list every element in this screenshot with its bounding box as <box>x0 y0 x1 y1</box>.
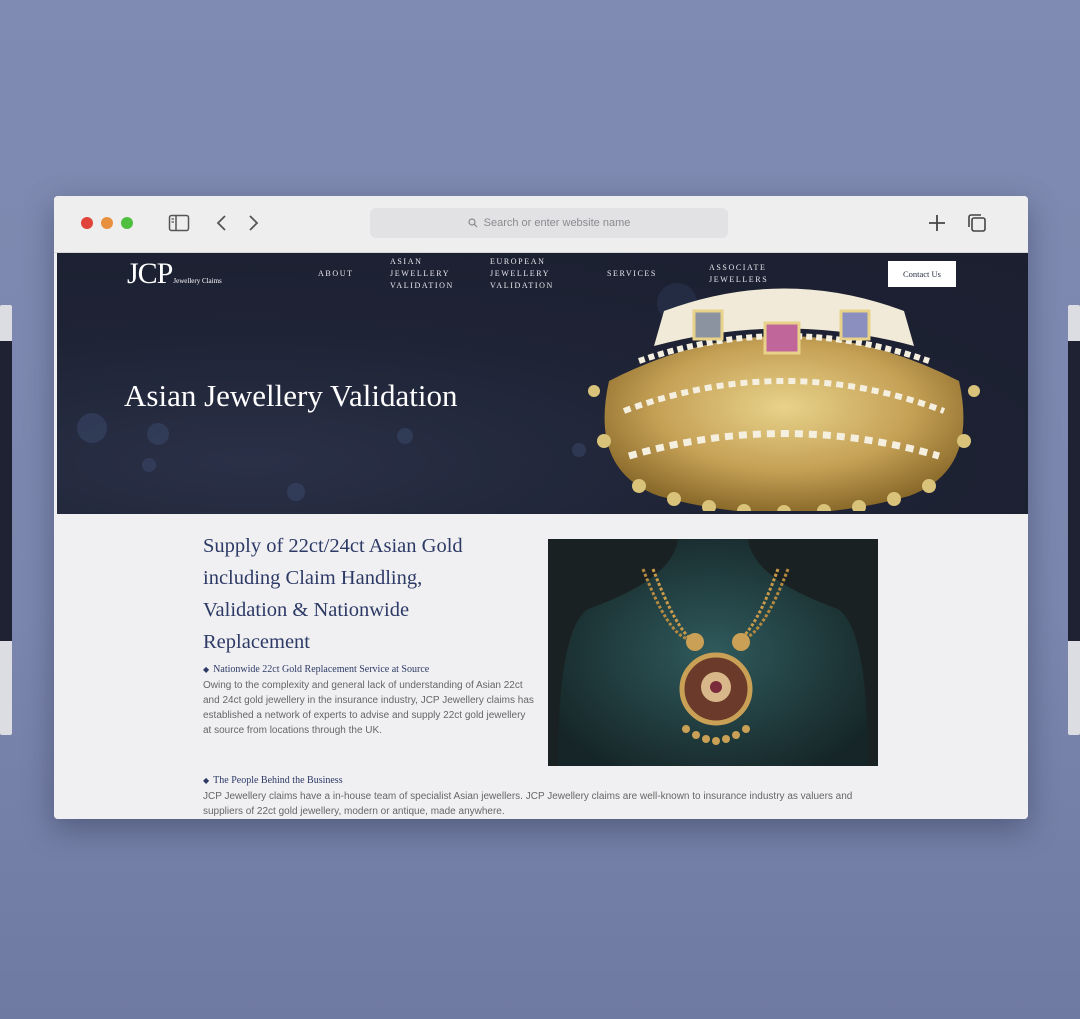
main-content: Supply of 22ct/24ct Asian Gold including… <box>54 514 1028 819</box>
browser-window: Search or enter website name JCPJeweller… <box>54 196 1028 819</box>
browser-toolbar: Search or enter website name <box>54 196 1028 253</box>
background-card-left <box>0 305 12 735</box>
minimize-window-button[interactable] <box>101 217 113 229</box>
site-logo[interactable]: JCPJewellery Claims <box>127 257 222 291</box>
address-bar[interactable]: Search or enter website name <box>370 208 728 238</box>
sidebar-icon[interactable] <box>168 212 190 234</box>
search-icon <box>468 218 478 228</box>
hero-title: Asian Jewellery Validation <box>124 378 458 413</box>
back-icon[interactable] <box>211 212 233 234</box>
logo-text: JCP <box>127 257 173 290</box>
nav-asian-jewellery-validation[interactable]: ASIAN JEWELLERY VALIDATION <box>390 256 454 292</box>
new-tab-icon[interactable] <box>926 212 948 234</box>
hero-banner: JCPJewellery Claims ABOUT ASIAN JEWELLERY… <box>57 253 1028 514</box>
address-placeholder: Search or enter website name <box>483 217 631 229</box>
diamond-bullet-icon: ◆ <box>203 776 210 785</box>
section-paragraph-people: JCP Jewellery claims have a in-house tea… <box>203 791 853 817</box>
pendant-necklace-image <box>548 539 878 766</box>
section-heading-people: ◆ The People Behind the Business <box>203 775 343 786</box>
necklace-image <box>588 288 980 511</box>
logo-subtext: Jewellery Claims <box>173 277 222 285</box>
forward-icon[interactable] <box>242 212 264 234</box>
background-card-right <box>1068 305 1080 735</box>
close-window-button[interactable] <box>81 217 93 229</box>
section-heading-replacement: ◆ Nationwide 22ct Gold Replacement Servic… <box>203 664 430 675</box>
content-heading: Supply of 22ct/24ct Asian Gold including… <box>203 535 463 653</box>
zoom-window-button[interactable] <box>121 217 133 229</box>
nav-european-jewellery-validation[interactable]: EUROPEAN JEWELLERY VALIDATION <box>490 256 554 292</box>
tab-overview-icon[interactable] <box>966 212 988 234</box>
nav-about[interactable]: ABOUT <box>318 268 354 280</box>
section-paragraph-replacement: Owing to the complexity and general lack… <box>203 680 534 736</box>
diamond-bullet-icon: ◆ <box>203 665 210 674</box>
